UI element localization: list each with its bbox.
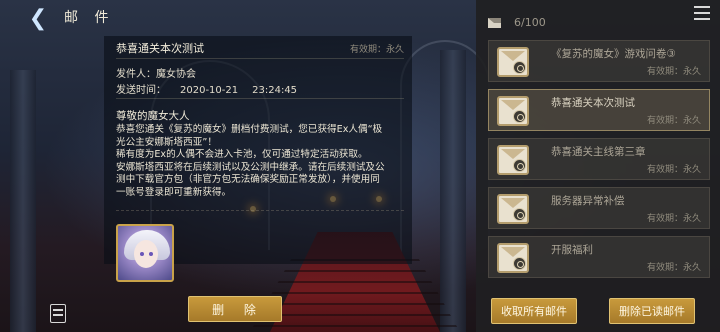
mail-greeting: 尊敬的魔女大人	[116, 110, 190, 122]
delete-read-mail-button[interactable]: 删除已读邮件	[609, 298, 695, 324]
background-pillar	[440, 50, 466, 332]
mail-subject: 恭喜通关本次测试	[116, 42, 204, 55]
avatar-eye	[140, 252, 144, 256]
reward-character-avatar[interactable]	[116, 224, 174, 282]
mail-item-validity: 有效期：永久	[646, 263, 701, 273]
envelope-icon	[497, 96, 529, 126]
mail-list-item-selected[interactable]: 恭喜通关本次测试 有效期：永久	[488, 89, 710, 131]
mail-send-time: 发送时间： 2020-10-21 23:24:45	[116, 81, 311, 96]
menu-icon[interactable]	[694, 6, 710, 20]
delete-button[interactable]: 删 除	[188, 296, 282, 322]
mail-sender: 发件人：魔女协会	[116, 69, 196, 80]
envelope-icon	[497, 194, 529, 224]
send-date: 2020-10-21	[180, 85, 239, 96]
mail-list-item[interactable]: 开服福利 有效期：永久	[488, 236, 710, 278]
mail-list: 《复苏的魔女》游戏问卷③ 有效期：永久 恭喜通关本次测试 有效期：永久 恭喜通关…	[488, 40, 710, 285]
mail-list-item[interactable]: 服务器异常补偿 有效期：永久	[488, 187, 710, 229]
page-title: 邮 件	[64, 10, 115, 26]
envelope-icon	[497, 243, 529, 273]
mail-item-title: 服务器异常补偿	[551, 195, 625, 207]
envelope-icon	[497, 145, 529, 175]
mail-item-title: 开服福利	[551, 244, 593, 256]
back-button[interactable]: ❮	[26, 5, 50, 31]
mail-count-envelope-icon	[488, 18, 501, 28]
envelope-icon	[497, 47, 529, 77]
mail-body: 恭喜您通关《复苏的魔女》删档付费测试，您已获得Ex人偶“极 光公主安娜斯塔西亚”…	[116, 124, 385, 198]
avatar-face	[134, 240, 158, 268]
mail-item-title: 恭喜通关本次测试	[551, 97, 635, 109]
mail-item-title: 恭喜通关主线第三章	[551, 146, 646, 158]
avatar-eye	[149, 252, 153, 256]
notepad-icon[interactable]	[50, 304, 66, 323]
chevron-left-icon: ❮	[28, 5, 48, 31]
mail-validity: 有效期：永久	[349, 45, 404, 55]
send-time-label: 发送时间：	[116, 85, 166, 96]
send-clock: 23:24:45	[252, 85, 298, 96]
mail-list-item[interactable]: 《复苏的魔女》游戏问卷③ 有效期：永久	[488, 40, 710, 82]
mail-item-title: 《复苏的魔女》游戏问卷③	[551, 48, 676, 60]
divider	[116, 98, 404, 99]
divider	[116, 58, 404, 59]
mail-item-validity: 有效期：永久	[646, 67, 701, 77]
mail-item-validity: 有效期：永久	[646, 214, 701, 224]
collect-all-mail-button[interactable]: 收取所有邮件	[491, 298, 577, 324]
mail-list-item[interactable]: 恭喜通关主线第三章 有效期：永久	[488, 138, 710, 180]
divider	[116, 210, 404, 211]
mail-count: 6/100	[514, 16, 546, 29]
mail-item-validity: 有效期：永久	[646, 165, 701, 175]
mail-item-validity: 有效期：永久	[646, 116, 701, 126]
background-pillar	[10, 70, 36, 332]
